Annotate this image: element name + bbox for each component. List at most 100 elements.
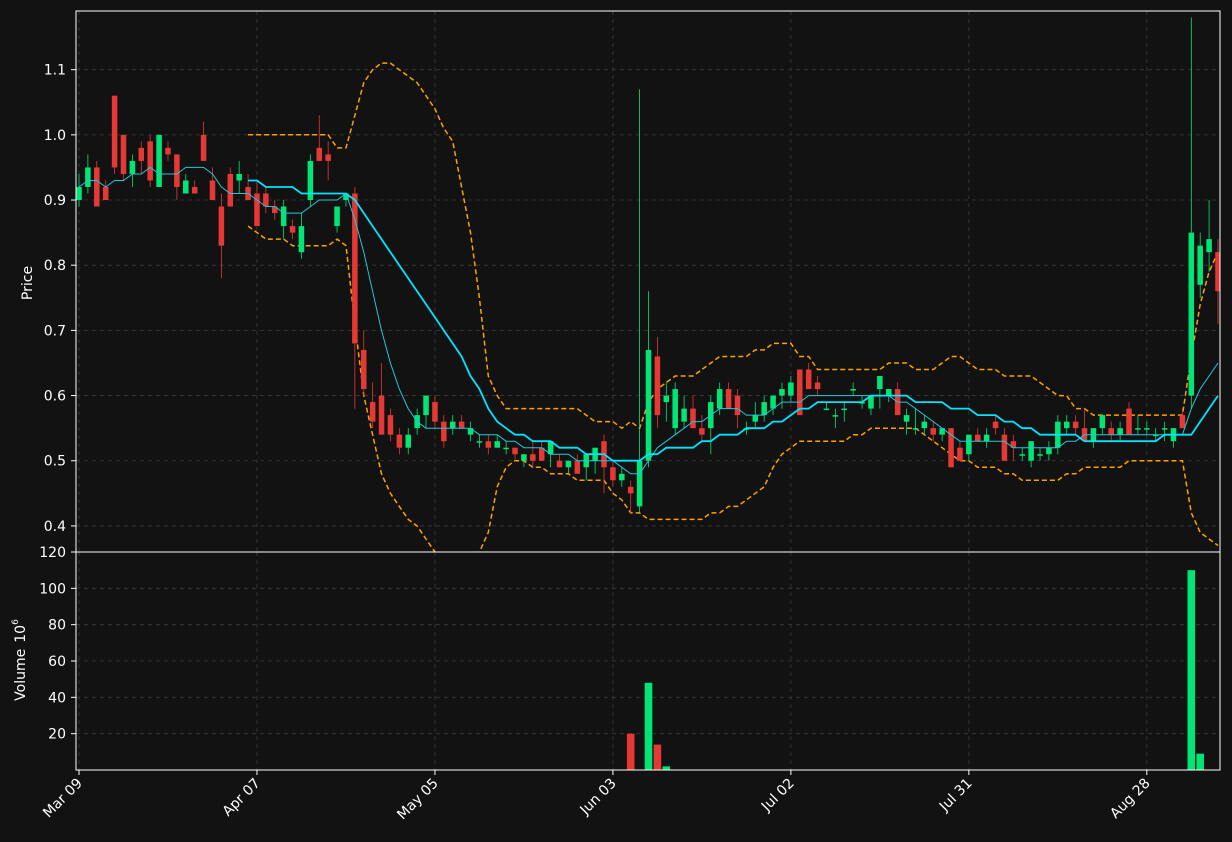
candle-body	[512, 447, 518, 455]
candle-body	[992, 421, 999, 429]
candle-body	[983, 434, 990, 442]
candle-body	[1099, 415, 1106, 429]
candle-body	[1019, 454, 1025, 456]
candle-body	[912, 428, 919, 430]
candle-body	[823, 408, 830, 411]
candle-body	[334, 206, 340, 227]
candle-body	[627, 486, 634, 494]
volume-bar	[1187, 570, 1196, 770]
volume-unit-base: 10	[13, 625, 29, 643]
candle-body	[921, 421, 928, 429]
candle-body	[690, 408, 696, 429]
candle	[672, 382, 678, 435]
candle-body	[76, 186, 82, 201]
candle-body	[654, 356, 661, 416]
candle-body	[1144, 428, 1150, 430]
candle-body	[610, 467, 616, 481]
candle	[307, 154, 314, 207]
candle	[147, 134, 153, 187]
candle-body	[1028, 441, 1034, 461]
candle-body	[832, 415, 839, 417]
candle-body	[494, 441, 500, 448]
candle-body	[1161, 428, 1168, 430]
candle-body	[663, 395, 670, 403]
candle-body	[102, 186, 109, 201]
candle	[94, 160, 100, 207]
candle-body	[449, 421, 456, 429]
candle-body	[779, 389, 785, 396]
candle-body	[966, 434, 972, 455]
candle-body	[1197, 245, 1203, 285]
price-tick-label: 0.7	[44, 323, 66, 339]
price-tick-label: 0.8	[44, 258, 66, 274]
volume-bar	[1196, 753, 1204, 770]
price-tick-label: 0.9	[44, 193, 66, 209]
candle-body	[1108, 428, 1114, 435]
candle-body	[369, 402, 376, 422]
candle-body	[788, 382, 794, 396]
candle-body	[111, 95, 118, 168]
volume-tick-label: 80	[48, 618, 66, 634]
candle-body	[1126, 408, 1132, 435]
candle-body	[200, 134, 207, 161]
candle-body	[681, 408, 687, 422]
candle-body	[378, 395, 385, 435]
volume-bar	[644, 682, 653, 770]
candle-body	[1179, 415, 1186, 429]
candle-body	[432, 402, 438, 422]
candle-body	[191, 186, 198, 194]
candle-body	[903, 415, 910, 422]
price-tick-label: 1.1	[44, 63, 66, 79]
candle	[948, 428, 954, 468]
candle-body	[645, 349, 652, 461]
candle-body	[94, 167, 100, 207]
candle	[111, 95, 118, 174]
candle-body	[556, 460, 563, 468]
candle-body	[1117, 428, 1123, 435]
candle-body	[352, 193, 358, 344]
candle-body	[699, 428, 705, 435]
candle-body	[521, 454, 527, 461]
candle-body	[877, 376, 883, 390]
candle-body	[360, 349, 367, 390]
candle-body	[619, 473, 625, 481]
candle-body	[752, 415, 759, 422]
candle-body	[485, 441, 492, 448]
volume-bar	[653, 744, 662, 770]
volume-tick-label: 100	[39, 581, 66, 597]
candle-body	[1063, 421, 1070, 429]
candle-body	[138, 147, 145, 161]
candle-body	[441, 421, 447, 442]
candle-body	[974, 434, 981, 442]
candle-body	[805, 369, 812, 390]
candle-body	[1135, 428, 1141, 430]
candle-body	[503, 447, 509, 450]
candle-body	[174, 154, 180, 187]
candle-body	[841, 408, 848, 411]
candle-body	[725, 389, 732, 409]
volume-axis-label: Volume 106	[11, 619, 29, 701]
candle-body	[458, 421, 465, 429]
candle-body	[183, 180, 189, 194]
candle-body	[236, 173, 242, 181]
candle-body	[814, 382, 821, 390]
candle-body	[405, 434, 412, 448]
candle-body	[298, 226, 305, 253]
candle-body	[280, 206, 287, 227]
candle-body	[1206, 239, 1212, 253]
candle-body	[209, 180, 216, 201]
volume-tick-label: 20	[48, 727, 66, 743]
volume-tick-label: 60	[48, 654, 66, 670]
candle-body	[165, 147, 171, 155]
candle-body	[476, 441, 483, 443]
candle-body	[716, 389, 723, 409]
price-tick-label: 1.0	[44, 128, 66, 144]
candle-body	[574, 460, 581, 474]
chart-background	[0, 0, 1232, 842]
candlestick-chart: Mar 09 Apr 07 May 05 Jun 03 Jul 02 Jul 31 Aug …	[0, 0, 1232, 842]
candle	[156, 134, 162, 187]
candle-body	[289, 226, 296, 233]
candle-body	[1046, 447, 1052, 455]
price-tick-label: 0.5	[44, 454, 66, 470]
candle-body	[316, 147, 323, 161]
